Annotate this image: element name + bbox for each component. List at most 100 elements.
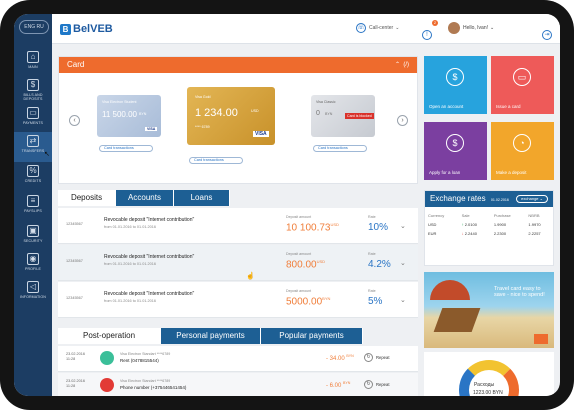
sidebar-item-label: PAYMENTS xyxy=(22,121,44,125)
chevron-down-icon[interactable]: ⌄ xyxy=(400,222,406,230)
logout-button[interactable]: ⇥ xyxy=(542,23,555,41)
sidebar-item-payments[interactable]: ▭ PAYMENTS xyxy=(14,104,52,134)
card-transactions-button[interactable]: Card transactions xyxy=(189,157,243,164)
card-currency: USD xyxy=(251,109,259,113)
sidebar-item-profile[interactable]: ◉ PROFILE xyxy=(14,250,52,280)
card-visa-gold[interactable]: Visa Gold 1 234.00 USD **** 6789 VISA xyxy=(187,87,275,145)
promo-banner[interactable]: Travel card easy to save - nice to spend… xyxy=(424,272,554,348)
card-type: Visa Classic xyxy=(316,100,336,104)
deposits-panel: Deposits Accounts Loans 12345567 Revocab… xyxy=(58,190,418,322)
operation-row[interactable]: 23.02.2016 11:28 Visa Electron Standart *… xyxy=(58,346,418,372)
sidebar-item-label: INFORMATION xyxy=(20,295,46,299)
mouse-cursor-icon: ↖ xyxy=(44,151,50,158)
tile-label: Open an account xyxy=(429,104,464,109)
transfer-icon: ⇄ xyxy=(27,135,39,147)
sidebar-item-security[interactable]: ▣ SECURITY xyxy=(14,222,52,252)
chevron-down-icon: ⌄ xyxy=(395,25,400,31)
deposit-row[interactable]: 12345567 Revocable deposit "Internet con… xyxy=(58,245,418,281)
operation-amount: - 34.00 BYN xyxy=(326,354,354,362)
card-currency: BYN xyxy=(139,112,147,116)
bell-icon: ! xyxy=(422,30,432,40)
exit-icon: ⇥ xyxy=(542,30,552,40)
beach-chair-illustration xyxy=(433,308,481,332)
avatar xyxy=(448,22,460,34)
exchange-type-select[interactable]: exchange ⌄ xyxy=(516,195,548,203)
user-menu[interactable]: Hello, Ivan! ⌄ xyxy=(448,22,494,34)
tab-loans[interactable]: Loans xyxy=(174,190,230,206)
call-center-label: Call-center xyxy=(369,25,394,31)
document-icon: ≡ xyxy=(27,195,39,207)
operation-date: 23.02.2016 11:28 xyxy=(66,352,86,361)
tab-popular-payments[interactable]: Popular payments xyxy=(261,328,363,344)
operation-name: Phone number (+375446541454) xyxy=(120,385,187,390)
column-header: Sale xyxy=(461,213,470,218)
sidebar-item-payslips[interactable]: ≡ PAYSLIPS xyxy=(14,192,52,222)
sidebar-item-main[interactable]: ⌂ MAIN xyxy=(14,48,52,78)
collapse-icon[interactable]: ⌃ (/) xyxy=(395,57,409,73)
home-icon xyxy=(100,351,114,365)
operation-name: Rent (0478815544) xyxy=(120,358,159,363)
lock-icon: ▣ xyxy=(27,225,39,237)
operation-date: 23.02.2016 11:28 xyxy=(66,379,86,388)
device-frame: ENG RU ⌂ MAIN $ BILLS AND DEPOSITS ▭ PAY… xyxy=(0,0,574,410)
make-deposit-tile[interactable]: ◔ Make a deposit xyxy=(491,122,554,180)
tab-accounts[interactable]: Accounts xyxy=(116,190,174,206)
deposit-row[interactable]: 12345567 Revocable deposit "Internet con… xyxy=(58,282,418,318)
apply-loan-tile[interactable]: $ Apply for a loan xyxy=(424,122,487,180)
deposit-id: 12345567 xyxy=(66,259,83,263)
repeat-button[interactable]: ↻ Repeat xyxy=(364,380,390,389)
next-card-button[interactable]: › xyxy=(397,115,408,126)
tile-label: Apply for a loan xyxy=(429,170,461,175)
deposits-tabs: Deposits Accounts Loans xyxy=(58,190,418,206)
coin-icon: $ xyxy=(27,79,39,91)
card-visa-classic[interactable]: Visa Classic 0 BYN Card is blocked xyxy=(311,95,375,137)
credit-icon: % xyxy=(27,165,39,177)
sidebar-item-bills[interactable]: $ BILLS AND DEPOSITS xyxy=(14,76,52,106)
chevron-down-icon[interactable]: ⌄ xyxy=(400,296,406,304)
phone-icon: ☏ xyxy=(356,23,366,33)
exchange-date: 01.02.2016 xyxy=(490,198,509,202)
language-switch[interactable]: ENG RU xyxy=(19,20,49,34)
repeat-icon: ↻ xyxy=(364,380,373,389)
exchange-rates-panel: Exchange rates 01.02.2016 exchange ⌄ Cur… xyxy=(424,190,554,266)
top-header: B BelVEB ☏ Call-center ⌄ ! 2 Hello, Ivan… xyxy=(52,14,560,44)
issue-card-tile[interactable]: ▭ Issue a card xyxy=(491,56,554,114)
brand-logo[interactable]: B BelVEB xyxy=(60,22,113,36)
call-center-link[interactable]: ☏ Call-center ⌄ xyxy=(356,23,399,33)
open-account-tile[interactable]: $ Open an account xyxy=(424,56,487,114)
deposit-dates: from 01.01.2016 to 01.01.2016 xyxy=(104,299,156,303)
sidebar-item-information[interactable]: ◁ INFORMATION xyxy=(14,278,52,308)
umbrella-illustration xyxy=(430,280,470,300)
repeat-button[interactable]: ↻ Repeat xyxy=(364,353,390,362)
operation-card: Visa Electron Standart ****6789 xyxy=(120,352,171,356)
home-icon: ⌂ xyxy=(27,51,39,63)
deposit-amount-label: Deposit amount xyxy=(286,252,312,256)
hand-cursor-icon: ☝ xyxy=(246,273,255,280)
card-transactions-button[interactable]: Card transactions xyxy=(313,145,367,152)
notification-badge: 2 xyxy=(432,20,438,26)
deposit-row[interactable]: 12345567 Revocable deposit "Internet con… xyxy=(58,208,418,244)
sidebar-item-credits[interactable]: % CREDITS xyxy=(14,162,52,192)
operation-row[interactable]: 23.02.2016 11:28 Visa Electron Standart *… xyxy=(58,373,418,396)
sidebar: ENG RU ⌂ MAIN $ BILLS AND DEPOSITS ▭ PAY… xyxy=(14,14,52,396)
sidebar-item-label: BILLS AND DEPOSITS xyxy=(23,93,43,101)
phone-icon xyxy=(100,378,114,392)
notifications-button[interactable]: ! 2 xyxy=(422,20,438,41)
sidebar-item-label: MAIN xyxy=(28,65,38,69)
tab-personal-payments[interactable]: Personal payments xyxy=(161,328,261,344)
app-screen: ENG RU ⌂ MAIN $ BILLS AND DEPOSITS ▭ PAY… xyxy=(14,14,560,396)
prev-card-button[interactable]: ‹ xyxy=(69,115,80,126)
tab-post-operation[interactable]: Post-operation xyxy=(58,328,161,344)
card-transactions-button[interactable]: Card transactions xyxy=(99,145,153,152)
tab-deposits[interactable]: Deposits xyxy=(58,190,116,206)
moneybag-icon: $ xyxy=(446,134,464,152)
promo-button[interactable] xyxy=(534,334,548,344)
chevron-down-icon[interactable]: ⌄ xyxy=(400,259,406,267)
deposit-amount: 800.00USD xyxy=(286,259,326,271)
expenses-value: 1223.00 BYN xyxy=(473,390,503,396)
expenses-label: Расходы xyxy=(474,382,495,388)
visa-logo: VISA xyxy=(145,127,158,131)
rate-label: Rate xyxy=(368,252,376,256)
tile-label: Issue a card xyxy=(496,104,521,109)
card-visa-electron[interactable]: Visa Electron Student 11 500.00 BYN VISA xyxy=(97,95,161,137)
